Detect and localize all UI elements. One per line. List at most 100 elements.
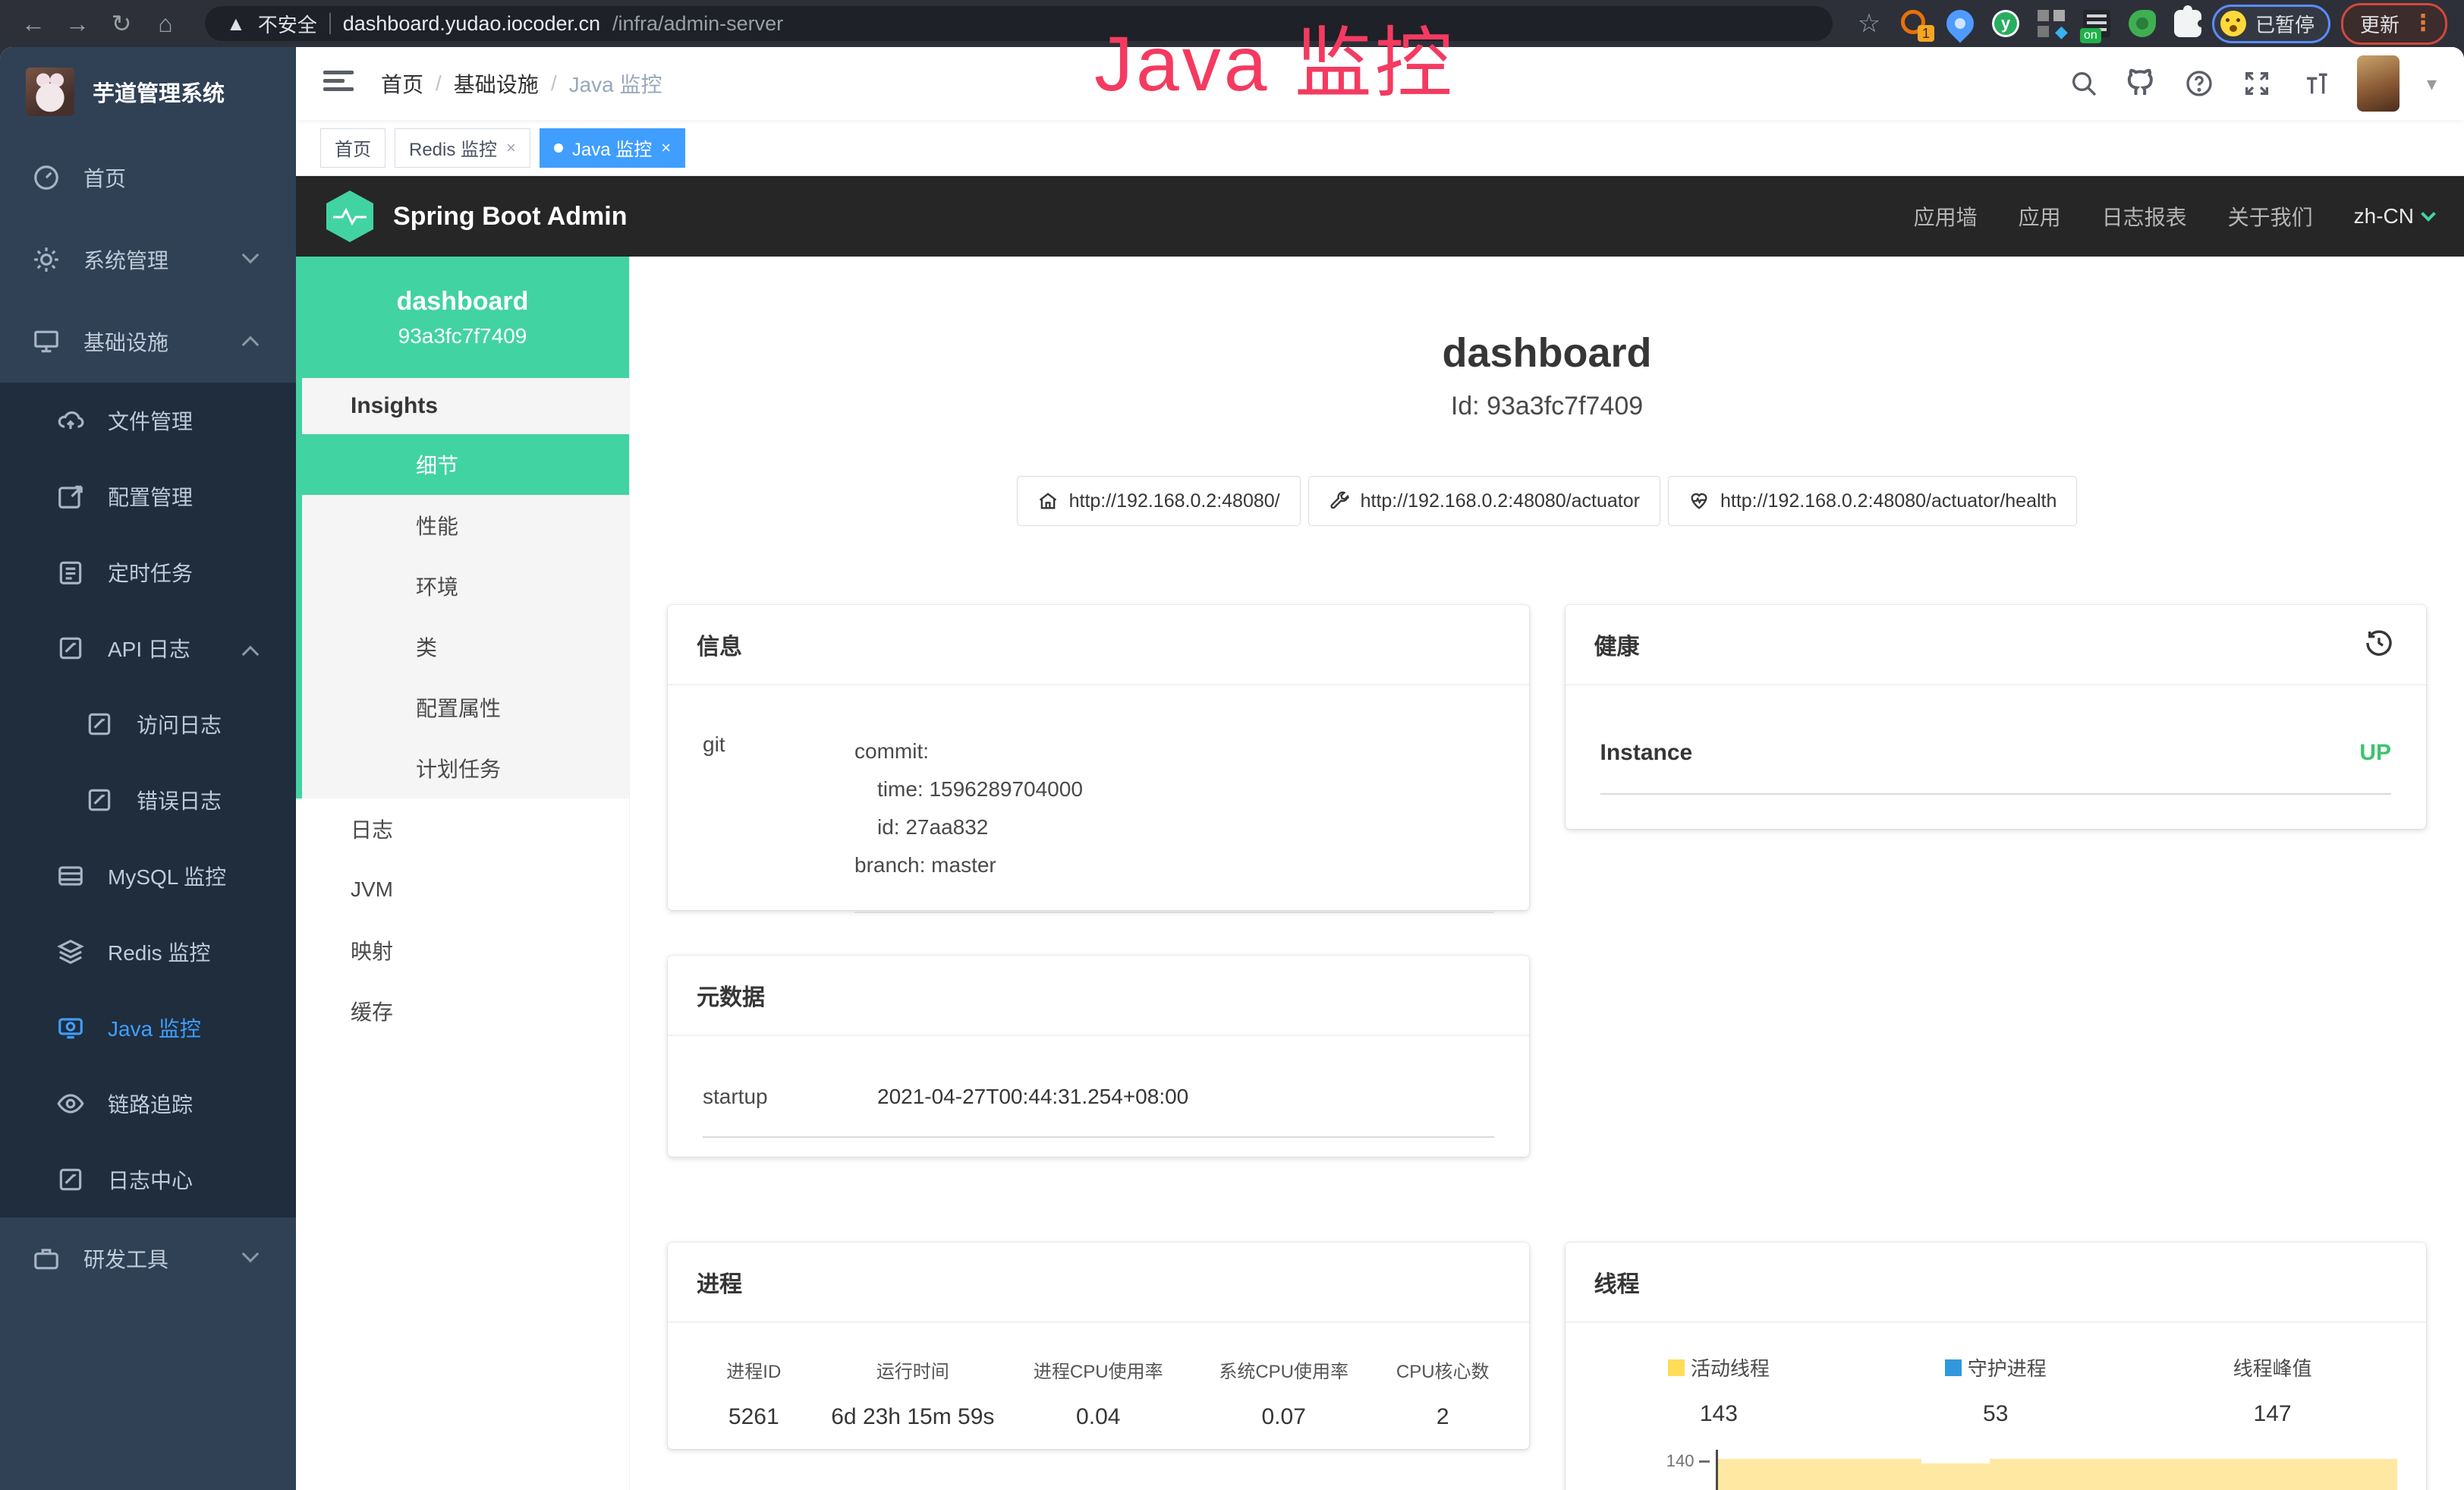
java-monitor-icon [56,1013,85,1042]
health-url-button[interactable]: http://192.168.0.2:48080/actuator/health [1668,476,2077,526]
menu-item-jvm[interactable]: JVM [296,859,629,920]
fullscreen-icon[interactable] [2242,68,2272,99]
sba-content: dashboard Id: 93a3fc7f7409 http://192.16… [630,257,2464,1490]
app-logo-avatar [26,68,74,116]
hamburger-icon[interactable] [323,71,354,96]
extension-pin-icon[interactable] [1941,5,1980,43]
tab-java-monitor[interactable]: Java 监控 × [540,128,685,168]
sidebar-item-home[interactable]: 首页 [0,137,296,219]
menu-item-caches[interactable]: 缓存 [296,981,629,1041]
menu-item-mappings[interactable]: 映射 [296,920,629,981]
menu-item-details[interactable]: 细节 [296,434,629,495]
menu-item-metrics[interactable]: 性能 [302,495,629,556]
sba-nav-journal[interactable]: 日志报表 [2102,201,2187,232]
close-icon[interactable]: × [661,138,671,158]
sba-nav-wallboard[interactable]: 应用墙 [1914,201,1978,232]
metadata-card: 元数据 startup 2021-04-27T00:44:31.254+08:0… [668,956,1529,1157]
extension-colorzilla-icon[interactable]: 1 [1901,10,1928,37]
sba-brand-title[interactable]: Spring Boot Admin [393,202,627,232]
search-icon[interactable] [2069,68,2099,99]
sidebar-logo[interactable]: 芋道管理系统 [0,47,296,137]
browser-menu-icon[interactable]: ⋮ [2412,14,2434,33]
tab-redis-monitor[interactable]: Redis 监控 × [395,128,530,168]
health-row: Instance UP [1600,740,2392,766]
eye-icon [56,1089,85,1118]
menu-item-classes[interactable]: 类 [302,616,629,677]
sidebar-item-mysql-monitor[interactable]: MySQL 监控 [0,838,296,914]
spring-boot-admin-logo[interactable] [326,191,373,242]
sidebar-item-config-management[interactable]: 配置管理 [0,458,296,534]
instance-header[interactable]: dashboard 93a3fc7f7409 [296,257,629,378]
sidebar-item-error-log[interactable]: 错误日志 [0,762,296,838]
help-icon[interactable] [2184,68,2214,99]
browser-forward-button[interactable]: → [61,10,94,38]
instance-links: http://192.168.0.2:48080/ http://192.168… [630,476,2464,526]
extension-y-icon[interactable] [1992,10,2019,37]
instance-id: 93a3fc7f7409 [398,324,527,348]
process-card: 进程 进程ID 5261 运行时间 6d 23h 15m 59s [668,1243,1529,1449]
sidebar-item-log-center[interactable]: 日志中心 [0,1142,296,1218]
breadcrumb-home[interactable]: 首页 [381,68,423,99]
sidebar-item-scheduled-jobs[interactable]: 定时任务 [0,534,296,610]
sidebar-item-tracing[interactable]: 链路追踪 [0,1066,296,1142]
sidebar: 芋道管理系统 首页 系统管理 基础设施 文件管理 [0,47,296,1490]
metadata-card-title: 元数据 [668,956,1529,1036]
annotation-overlay: Java 监控 [1094,2,1455,113]
divider [703,1136,1494,1138]
font-size-icon[interactable] [2299,68,2330,99]
actuator-url-button[interactable]: http://192.168.0.2:48080/actuator [1308,476,1660,526]
git-branch-line: branch: master [854,846,1494,884]
sidebar-item-file-management[interactable]: 文件管理 [0,383,296,458]
divider [1600,793,2392,795]
page-subtitle: Id: 93a3fc7f7409 [630,392,2464,421]
extension-list-icon[interactable]: on [2083,10,2110,37]
menu-item-config-props[interactable]: 配置属性 [302,677,629,738]
extension-leaf-icon[interactable] [2129,10,2156,37]
sidebar-item-access-log[interactable]: 访问日志 [0,686,296,762]
close-icon[interactable]: × [506,138,516,158]
profile-paused-badge[interactable]: 已暂停 [2212,5,2330,43]
service-url-button[interactable]: http://192.168.0.2:48080/ [1017,476,1301,526]
sidebar-item-infrastructure[interactable]: 基础设施 [0,301,296,383]
legend-blue-swatch [1945,1359,1962,1376]
menu-item-scheduled-tasks[interactable]: 计划任务 [302,738,629,799]
github-icon[interactable] [2126,68,2157,99]
extensions-puzzle-icon[interactable] [2174,10,2201,37]
address-bar[interactable]: ▲ 不安全 dashboard.yudao.iocoder.cn/infra/a… [205,6,1833,41]
tick-mark [1699,1460,1710,1463]
breadcrumb-infrastructure[interactable]: 基础设施 [454,68,539,99]
wrench-icon [1329,490,1350,512]
log-edit-icon [85,710,114,739]
sba-nav-applications[interactable]: 应用 [2019,201,2061,232]
user-avatar[interactable] [2357,55,2399,112]
bookmark-star-icon[interactable]: ☆ [1855,10,1883,37]
heartbeat-icon [1688,490,1710,512]
info-row-value: commit: time: 1596289704000 id: 27aa832 … [854,732,1494,913]
menu-group-insights[interactable]: Insights [302,378,629,434]
sidebar-item-dev-tools[interactable]: 研发工具 [0,1218,296,1299]
menu-item-logging[interactable]: 日志 [296,799,629,859]
menu-item-environment[interactable]: 环境 [302,556,629,616]
sba-header: Spring Boot Admin 应用墙 应用 日志报表 关于我们 zh-CN [296,176,2464,257]
sidebar-item-redis-monitor[interactable]: Redis 监控 [0,914,296,990]
sidebar-item-api-log[interactable]: API 日志 [0,610,296,686]
threads-card-title: 线程 [1566,1243,2427,1323]
gear-icon [32,245,61,274]
sba-locale-select[interactable]: zh-CN [2354,204,2434,228]
tags-view-bar: 首页 Redis 监控 × Java 监控 × [296,120,2464,176]
sidebar-item-java-monitor[interactable]: Java 监控 [0,990,296,1066]
sidebar-item-system[interactable]: 系统管理 [0,219,296,301]
avatar-caret-icon[interactable]: ▾ [2427,72,2437,96]
tab-home[interactable]: 首页 [320,128,385,168]
legend-yellow-swatch [1668,1359,1685,1376]
browser-back-button[interactable]: ← [17,10,50,38]
browser-home-button[interactable]: ⌂ [149,10,182,38]
health-card-header: 健康 [1566,605,2427,685]
sba-nav-about[interactable]: 关于我们 [2228,201,2313,232]
history-icon[interactable] [2364,628,2397,661]
git-id-line: id: 27aa832 [854,808,1494,846]
browser-reload-button[interactable]: ↻ [105,9,138,38]
extension-grid-icon[interactable] [2038,10,2065,37]
chrome-update-button[interactable]: 更新 ⋮ [2341,3,2447,45]
not-secure-warning-icon: ▲ [226,12,246,36]
